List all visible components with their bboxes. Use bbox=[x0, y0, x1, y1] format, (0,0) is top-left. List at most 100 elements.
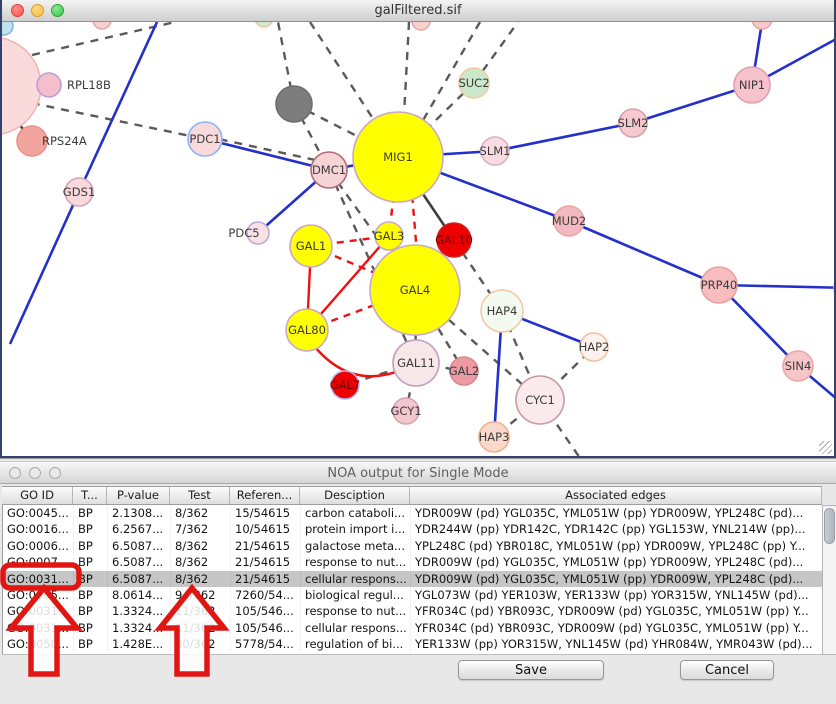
graph-node[interactable] bbox=[93, 22, 111, 29]
graph-node[interactable] bbox=[255, 22, 273, 27]
column-header-associatededges[interactable]: Associated edges bbox=[410, 487, 822, 504]
cell-edges: YDR009W (pd) YGL035C, YML051W (pp) YDR00… bbox=[411, 571, 822, 587]
cell-edges: YDR009W (pd) YGL035C, YML051W (pp) YDR00… bbox=[411, 554, 822, 570]
cell-p_value: 6.5087... bbox=[108, 571, 171, 587]
table-row[interactable]: GO:0016...BP6.2567...7/36210/54615protei… bbox=[3, 521, 822, 537]
graph-node-label: GAL1 bbox=[296, 239, 327, 253]
cell-test: 11/362 bbox=[171, 603, 231, 619]
table-row[interactable]: GO:0031...BP1.3324...11/362105/546...cel… bbox=[3, 620, 822, 636]
graph-node-label: PRP40 bbox=[701, 278, 738, 292]
cell-test: 7/362 bbox=[171, 521, 231, 537]
cell-reference: 21/54615 bbox=[231, 571, 301, 587]
table-header-row: GO IDT...P-valueTestReferen...Desciption… bbox=[2, 486, 822, 505]
graph-node-rpl18b[interactable] bbox=[37, 73, 61, 97]
cell-description: galactose meta... bbox=[301, 538, 411, 554]
vertical-scrollbar[interactable] bbox=[822, 505, 836, 655]
table-row[interactable]: GO:0050...BP1.428E...80/3625778/54...reg… bbox=[3, 636, 822, 652]
cell-p_value: 6.2567... bbox=[108, 521, 171, 537]
window-title: galFiltered.sif bbox=[2, 3, 834, 18]
cell-p_value: 6.5087... bbox=[108, 554, 171, 570]
graph-node-label: GDS1 bbox=[63, 185, 95, 199]
cancel-button[interactable]: Cancel bbox=[680, 660, 774, 680]
graph-edge[interactable] bbox=[569, 221, 719, 285]
cell-test: 8/362 bbox=[171, 554, 231, 570]
cell-type: BP bbox=[74, 538, 108, 554]
cell-reference: 15/54615 bbox=[231, 505, 301, 521]
screen: galFiltered.sif MSL1RPL18BRPS24AGDS1PDC1… bbox=[0, 0, 836, 704]
graph-edge[interactable] bbox=[205, 136, 329, 163]
cell-edges: YDR244W (pp) YDR142C, YDR142C (pp) YGL15… bbox=[411, 521, 822, 537]
graph-node-label: MIG1 bbox=[383, 150, 413, 164]
cell-description: regulation of bi... bbox=[301, 636, 411, 652]
network-graph-canvas[interactable]: MSL1RPL18BRPS24AGDS1PDC1DMC1MIG1SUC2NIP1… bbox=[2, 22, 834, 456]
cell-go_id: GO:0016... bbox=[3, 521, 74, 537]
cell-go_id: GO:0045... bbox=[3, 505, 74, 521]
table-row[interactable]: GO:0031...BP6.5087...8/36221/54615cellul… bbox=[3, 571, 822, 587]
column-header-goid[interactable]: GO ID bbox=[2, 487, 73, 504]
graph-node-label: RPL18B bbox=[67, 78, 111, 92]
cell-go_id: GO:0031... bbox=[3, 571, 74, 587]
graph-node-label: RPS24A bbox=[42, 134, 87, 148]
scrollbar-thumb[interactable] bbox=[824, 508, 835, 544]
graph-node[interactable] bbox=[2, 37, 41, 135]
cell-type: BP bbox=[74, 554, 108, 570]
cell-type: BP bbox=[74, 571, 108, 587]
graph-node-label: SIN4 bbox=[785, 359, 812, 373]
cell-reference: 5778/54... bbox=[231, 636, 301, 652]
network-titlebar: galFiltered.sif bbox=[2, 0, 834, 22]
cell-go_id: GO:0031... bbox=[3, 603, 74, 619]
graph-node[interactable] bbox=[412, 22, 430, 30]
save-button[interactable]: Save bbox=[458, 660, 604, 680]
column-header-t[interactable]: T... bbox=[73, 487, 107, 504]
graph-node-label: HAP2 bbox=[579, 340, 610, 354]
cell-description: cellular respons... bbox=[301, 620, 411, 636]
network-window: galFiltered.sif MSL1RPL18BRPS24AGDS1PDC1… bbox=[0, 0, 836, 458]
graph-node-label: HAP3 bbox=[479, 430, 510, 444]
graph-node-label: GAL3 bbox=[374, 229, 405, 243]
cell-go_id: GO:0065... bbox=[3, 587, 74, 603]
table-row[interactable]: GO:0006...BP6.5087...8/36221/54615galact… bbox=[3, 538, 822, 554]
cell-edges: YGL073W (pd) YER103W, YER133W (pp) YOR31… bbox=[411, 587, 822, 603]
cell-p_value: 2.1308... bbox=[108, 505, 171, 521]
graph-edge[interactable] bbox=[495, 123, 633, 151]
table-row[interactable]: GO:0031...BP1.3324...11/362105/546...res… bbox=[3, 603, 822, 619]
cell-type: BP bbox=[74, 636, 108, 652]
cell-edges: YDR009W (pd) YGL035C, YML051W (pp) YDR00… bbox=[411, 505, 822, 521]
table-row[interactable]: GO:0007...BP6.5087...8/36221/54615respon… bbox=[3, 554, 822, 570]
graph-node-label: GAL4 bbox=[400, 283, 431, 297]
cell-description: biological regul... bbox=[301, 587, 411, 603]
cell-edges: YPL248C (pd) YBR018C, YML051W (pp) YDR00… bbox=[411, 538, 822, 554]
column-header-test[interactable]: Test bbox=[170, 487, 230, 504]
cell-test: 80/362 bbox=[171, 636, 231, 652]
cell-reference: 105/546... bbox=[231, 603, 301, 619]
table-row[interactable]: GO:0045...BP2.1308...8/36215/54615carbon… bbox=[3, 505, 822, 521]
cell-p_value: 8.0614... bbox=[108, 587, 171, 603]
cell-test: 94/362 bbox=[171, 587, 231, 603]
graph-node[interactable] bbox=[752, 22, 772, 29]
resize-grip-icon[interactable] bbox=[819, 441, 832, 454]
graph-node[interactable] bbox=[276, 86, 312, 122]
cell-type: BP bbox=[74, 521, 108, 537]
cell-description: carbon cataboli... bbox=[301, 505, 411, 521]
cell-go_id: GO:0006... bbox=[3, 538, 74, 554]
column-header-pvalue[interactable]: P-value bbox=[107, 487, 170, 504]
cell-test: 8/362 bbox=[171, 505, 231, 521]
graph-edge[interactable] bbox=[10, 192, 79, 344]
cell-test: 8/362 bbox=[171, 538, 231, 554]
column-header-desciption[interactable]: Desciption bbox=[300, 487, 410, 504]
cell-description: cellular respons... bbox=[301, 571, 411, 587]
cell-go_id: GO:0031... bbox=[3, 620, 74, 636]
graph-edge[interactable] bbox=[205, 139, 329, 170]
cell-reference: 10/54615 bbox=[231, 521, 301, 537]
cell-description: response to nut... bbox=[301, 603, 411, 619]
cell-edges: YFR034C (pd) YBR093C, YDR009W (pd) YGL03… bbox=[411, 603, 822, 619]
graph-edge[interactable] bbox=[79, 22, 157, 192]
cell-type: BP bbox=[74, 505, 108, 521]
graph-node-label: PDC5 bbox=[228, 226, 259, 240]
noa-titlebar: NOA output for Single Mode bbox=[0, 461, 836, 484]
cell-reference: 7260/54... bbox=[231, 587, 301, 603]
graph-node[interactable] bbox=[2, 22, 13, 35]
cell-description: response to nut... bbox=[301, 554, 411, 570]
table-row[interactable]: GO:0065...BP8.0614...94/3627260/54...bio… bbox=[3, 587, 822, 603]
column-header-referen[interactable]: Referen... bbox=[230, 487, 300, 504]
